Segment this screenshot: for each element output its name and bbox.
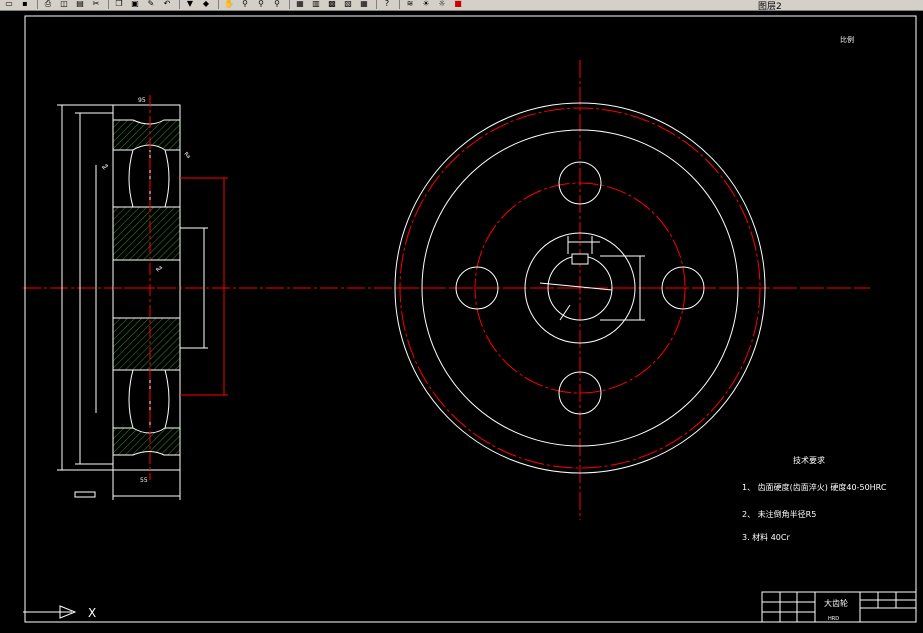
layer-dropdown[interactable]: 图层2 [758,0,782,10]
toolpalette-icon[interactable]: ▩ [325,0,339,9]
toolbar-separator [289,0,290,9]
zoom-previous-icon[interactable]: ⚲ [254,0,268,9]
toolbar-separator [218,0,219,9]
toolbar-separator [376,0,377,9]
print-icon[interactable]: ⎙ [41,0,55,9]
svg-text:Ra: Ra [101,163,110,172]
zoom-realtime-icon[interactable]: ✋ [222,0,236,9]
svg-text:Ra: Ra [155,265,164,274]
layer-state-icon[interactable]: ☀ [419,0,433,9]
title-block: 大齿轮 HRD [761,591,917,623]
zoom-extents-icon[interactable]: ⚲ [270,0,284,9]
toolbar-separator [179,0,180,9]
properties-icon[interactable]: ▦ [293,0,307,9]
ucs-x-label: X [88,606,96,620]
layer-manager-icon[interactable]: ≋ [403,0,417,9]
zoom-window-icon[interactable]: ⚲ [238,0,252,9]
standard-toolbar: ▭ ▪ ⎙ ◫ ▤ ✂ ❐ ▣ ✎ ↶ ▼ ◆ ✋ ⚲ ⚲ ⚲ ▦ ▥ ▩ ▧ … [0,0,923,11]
undo-icon[interactable]: ↶ [160,0,174,9]
tech-req-3: 3. 材料 40Cr [742,532,790,542]
svg-text:Ra: Ra [183,151,192,160]
help-icon[interactable]: ? [380,0,394,9]
markup-icon[interactable]: ▧ [341,0,355,9]
left-edge-panel [0,11,22,633]
cut-icon[interactable]: ✂ [89,0,103,9]
preview-icon[interactable]: ◫ [57,0,71,9]
designcenter-icon[interactable]: ▥ [309,0,323,9]
toolbar-separator [108,0,109,9]
pan-icon[interactable]: ◆ [199,0,213,9]
plot-icon[interactable]: ▤ [73,0,87,9]
layer-color-icon[interactable]: ■ [451,0,465,9]
section-view: 55 95 Ra Ra Ra [57,95,228,500]
title-block-name: 大齿轮 [824,598,848,608]
layer-lock-icon[interactable]: ☼ [435,0,449,9]
title-block-sub: HRD [828,616,839,622]
save-icon[interactable]: ▪ [18,0,32,9]
dim-top-label: 95 [138,97,146,104]
copy-icon[interactable]: ❐ [112,0,126,9]
toolbar-group-file: ▭ ▪ ⎙ ◫ ▤ ✂ ❐ ▣ ✎ ↶ ▼ ◆ ✋ ⚲ ⚲ ⚲ ▦ ▥ ▩ ▧ … [2,0,467,9]
tech-title: 技术要求 [793,455,825,465]
tech-req-2: 2、 未注倒角半径R5 [742,509,816,519]
toolbar-separator [37,0,38,9]
open-icon[interactable]: ▭ [2,0,16,9]
scale-note: 比例 [840,35,854,44]
toolbar-separator [399,0,400,9]
paste-icon[interactable]: ▣ [128,0,142,9]
tech-requirements: 技术要求 1、 齿面硬度(齿面淬火) 硬度40-50HRC 2、 未注倒角半径R… [742,455,887,542]
tech-req-1: 1、 齿面硬度(齿面淬火) 硬度40-50HRC [742,482,887,492]
dim-bottom-label: 55 [140,477,148,484]
redo-icon[interactable]: ▼ [183,0,197,9]
calculator-icon[interactable]: ▦ [357,0,371,9]
ucs-icon: X Y [23,605,96,620]
drawing-canvas[interactable]: 55 95 Ra Ra Ra 比例 技术要求 1、 齿面硬度(齿面淬火) 硬度4… [23,11,923,633]
matchprop-icon[interactable]: ✎ [144,0,158,9]
front-view [394,60,870,520]
